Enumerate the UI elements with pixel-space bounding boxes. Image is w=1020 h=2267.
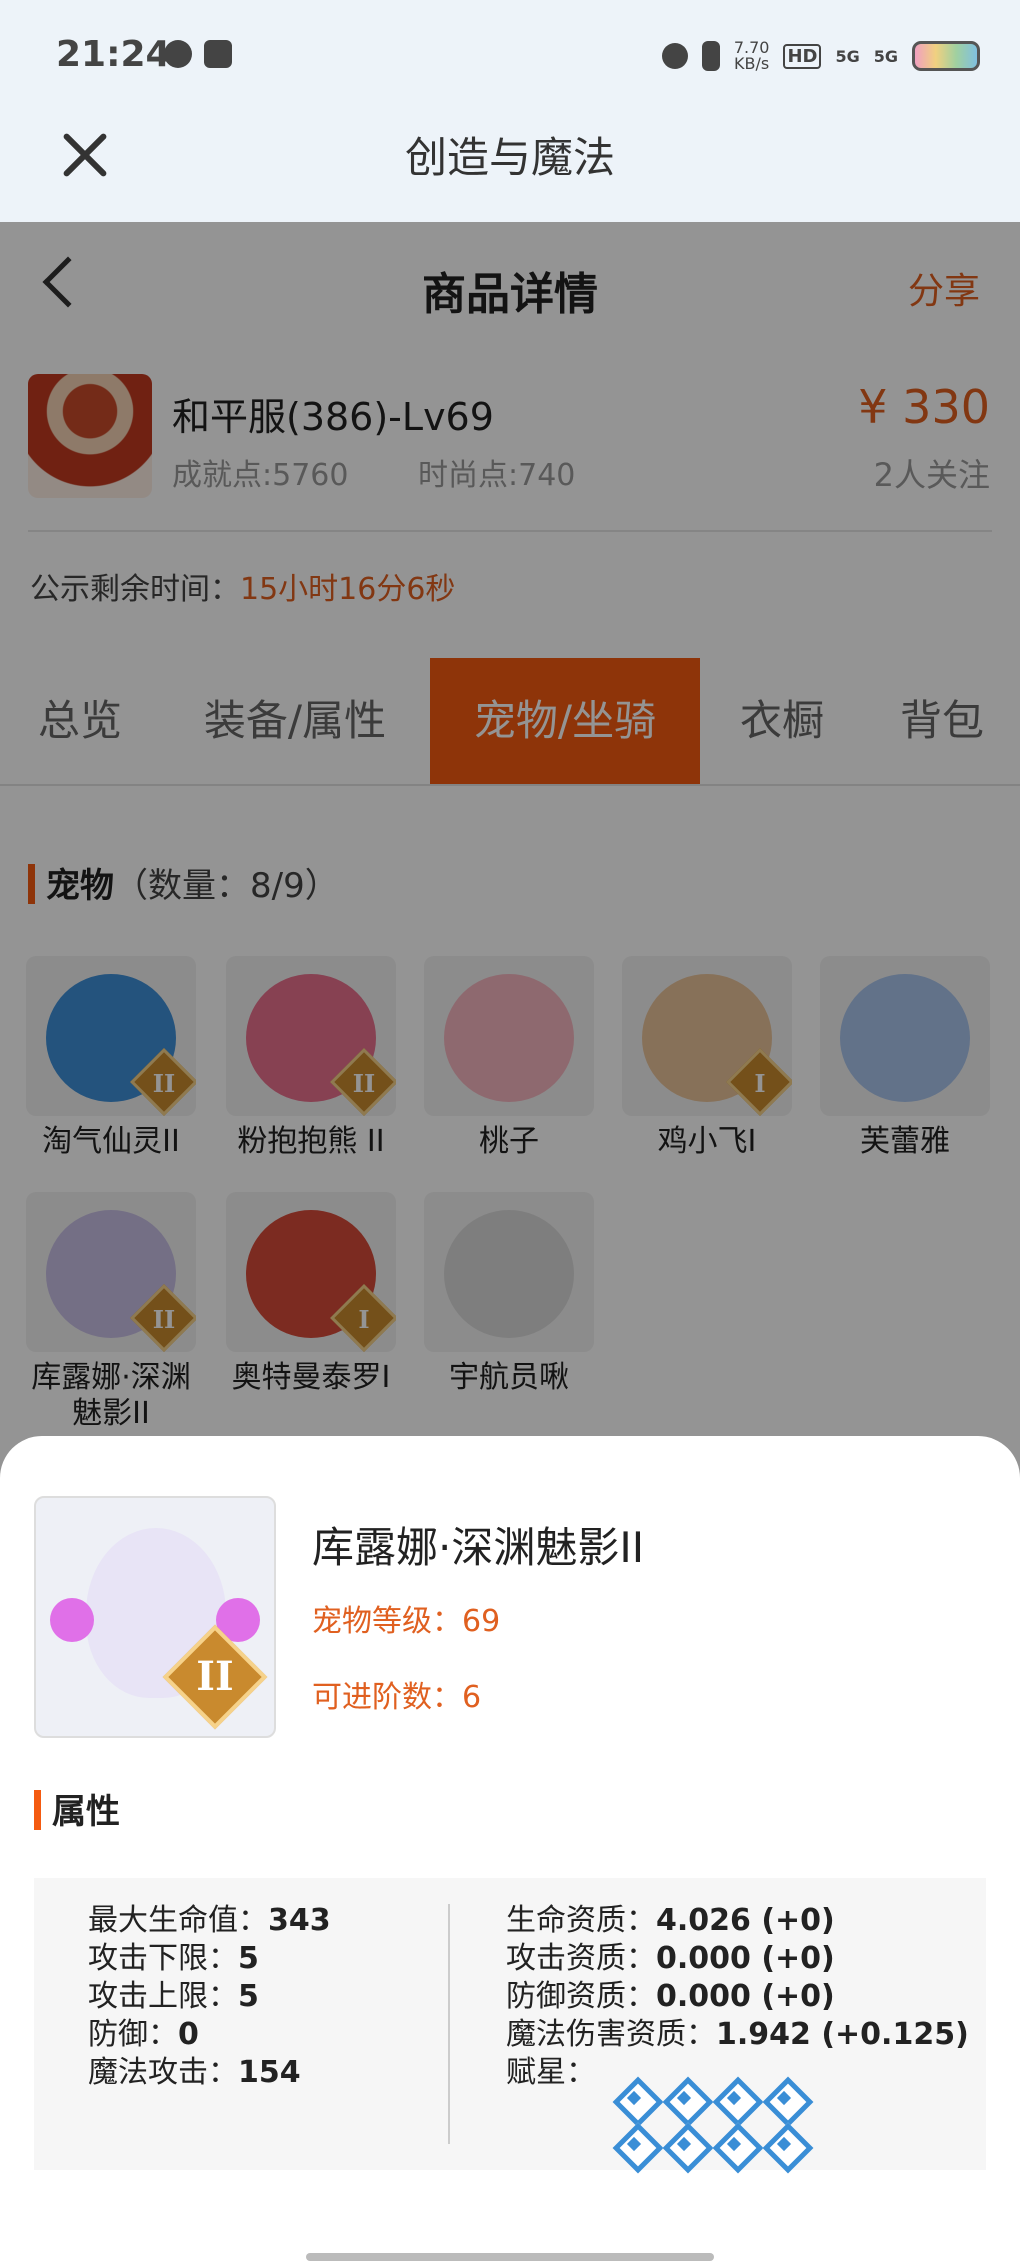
rank-label: II	[196, 1653, 234, 1700]
pet-detail-name: 库露娜·深渊魅影II	[312, 1523, 645, 1572]
attr-value: 154	[238, 2055, 301, 2090]
star-label: 赋星：	[506, 2055, 596, 2090]
attr-row: 攻击下限：5	[88, 1940, 331, 1978]
diamond-star-icon	[664, 2078, 704, 2118]
diamond-star-icon	[764, 2124, 804, 2164]
aptitude-attributes: 生命资质：4.026 (+0) 攻击资质：0.000 (+0) 防御资质：0.0…	[506, 1902, 969, 2092]
pet-advance-count: 可进阶数：6	[312, 1680, 482, 1715]
attr-label: 生命资质：	[506, 1903, 656, 1938]
star-rating	[614, 2078, 834, 2164]
attr-label: 魔法伤害资质：	[506, 2017, 716, 2052]
attr-label: 攻击资质：	[506, 1941, 656, 1976]
base-attributes: 最大生命值：343 攻击下限：5 攻击上限：5 防御：0 魔法攻击：154	[88, 1902, 331, 2092]
attr-row: 生命资质：4.026 (+0)	[506, 1902, 969, 1940]
alarm-icon	[661, 43, 688, 69]
column-divider	[448, 1904, 450, 2144]
pet-detail-sheet: II 库露娜·深渊魅影II 宠物等级：69 可进阶数：6 属性 最大生命值：34…	[0, 1436, 1020, 2267]
battery-icon	[912, 41, 980, 71]
net-speed-unit: KB/s	[734, 54, 770, 73]
attribute-panel: 最大生命值：343 攻击下限：5 攻击上限：5 防御：0 魔法攻击：154 生命…	[34, 1878, 986, 2170]
diamond-star-icon	[714, 2078, 754, 2118]
attr-label: 攻击上限：	[88, 1979, 238, 2014]
pet-portrait: II	[34, 1496, 276, 1738]
attr-value: 5	[238, 1979, 259, 2014]
attr-value: 4.026 (+0)	[656, 1903, 835, 1938]
attr-value: 0.000 (+0)	[656, 1941, 835, 1976]
attr-row: 攻击上限：5	[88, 1978, 331, 2016]
signal-icon: 5G	[835, 46, 860, 66]
attr-label: 最大生命值：	[88, 1903, 268, 1938]
attr-row: 魔法攻击：154	[88, 2054, 331, 2092]
attr-value: 1.942 (+0.125)	[716, 2017, 969, 2052]
attr-value: 0	[178, 2017, 199, 2052]
attr-row: 魔法伤害资质：1.942 (+0.125)	[506, 2016, 969, 2054]
attr-value: 5	[238, 1941, 259, 1976]
diamond-star-icon	[764, 2078, 804, 2118]
vibrate-icon	[701, 41, 720, 71]
home-indicator	[306, 2253, 714, 2261]
attr-row: 防御：0	[88, 2016, 331, 2054]
status-time: 21:24	[56, 34, 171, 75]
status-bar: 21:24 7.70 KB/s HD 5G 5G	[0, 0, 1020, 110]
orb-icon	[50, 1598, 94, 1642]
app-bar: 创造与魔法	[0, 110, 1020, 222]
attr-label: 防御：	[88, 2017, 178, 2052]
globe-icon	[164, 40, 192, 68]
pet-level: 宠物等级：69	[312, 1604, 501, 1639]
net-speed: 7.70 KB/s	[734, 40, 770, 72]
diamond-star-icon	[664, 2124, 704, 2164]
attr-label: 魔法攻击：	[88, 2055, 238, 2090]
diamond-star-icon	[614, 2124, 654, 2164]
attr-value: 0.000 (+0)	[656, 1979, 835, 2014]
attr-row: 防御资质：0.000 (+0)	[506, 1978, 969, 2016]
section-marker	[34, 1790, 41, 1830]
status-right: 7.70 KB/s HD 5G 5G	[661, 36, 980, 76]
app-icon	[204, 40, 232, 68]
signal-icon: 5G	[873, 46, 898, 66]
attr-label: 防御资质：	[506, 1979, 656, 2014]
attr-row: 攻击资质：0.000 (+0)	[506, 1940, 969, 1978]
hd-icon: HD	[783, 43, 822, 69]
attr-label: 攻击下限：	[88, 1941, 238, 1976]
attr-row: 最大生命值：343	[88, 1902, 331, 1940]
attr-section-title: 属性	[52, 1792, 120, 1832]
diamond-star-icon	[714, 2124, 754, 2164]
attr-value: 343	[268, 1903, 331, 1938]
app-title: 创造与魔法	[404, 133, 615, 182]
diamond-star-icon	[614, 2078, 654, 2118]
